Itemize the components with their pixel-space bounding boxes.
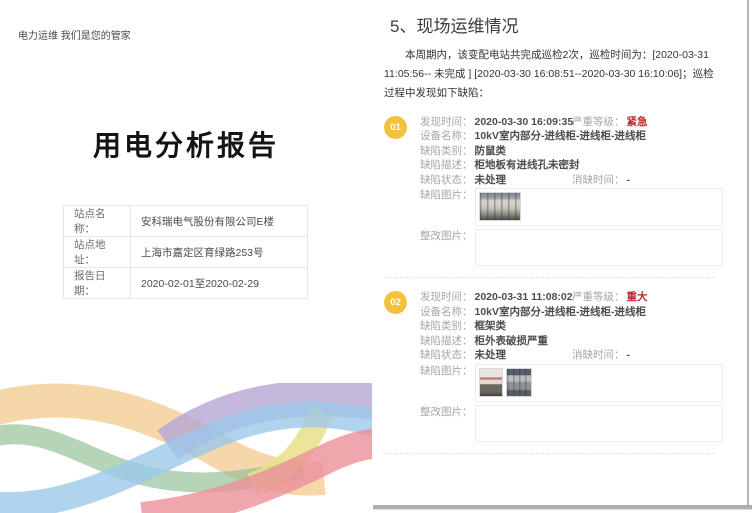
severity-label: 严重等级：: [572, 290, 625, 305]
device-label: 设备名称：: [420, 305, 473, 320]
defect-photo-thumbnail: [479, 192, 521, 221]
clear-time-pair: 消缺时间： -: [572, 348, 630, 363]
found-time-label: 发现时间：: [420, 290, 473, 305]
fix-photos-box: [475, 229, 724, 266]
severity-value: 紧急: [627, 115, 648, 130]
severity-label: 严重等级：: [572, 115, 625, 130]
site-name-label: 站点名称：: [64, 206, 131, 237]
fix-photos-label: 整改图片：: [420, 405, 473, 420]
device-row: 设备名称： 10kV室内部分-进线柜-进线柜-进线柜: [420, 129, 723, 144]
found-time-row: 发现时间： 2020-03-30 16:09:35 严重等级： 紧急: [420, 115, 723, 130]
defect-photos-box: [475, 364, 724, 402]
device-value: 10kV室内部分-进线柜-进线柜-进线柜: [475, 129, 647, 144]
category-row: 缺陷类别： 防鼠类: [420, 144, 723, 159]
table-row: 报告日期： 2020-02-01至2020-02-29: [64, 268, 308, 299]
severity-pair: 严重等级： 紧急: [572, 115, 648, 130]
device-row: 设备名称： 10kV室内部分-进线柜-进线柜-进线柜: [420, 305, 723, 320]
defect-index-badge: 02: [384, 291, 407, 314]
device-value: 10kV室内部分-进线柜-进线柜-进线柜: [475, 305, 647, 320]
status-value: 未处理: [475, 348, 507, 363]
report-date-value: 2020-02-01至2020-02-29: [131, 268, 308, 299]
found-time-label: 发现时间：: [420, 115, 473, 130]
category-value: 防鼠类: [475, 144, 507, 159]
clear-time-label: 消缺时间：: [572, 173, 625, 188]
clear-time-value: -: [627, 348, 631, 363]
status-value: 未处理: [475, 173, 507, 188]
site-info-table: 站点名称： 安科瑞电气股份有限公司E楼 站点地址： 上海市嘉定区育绿路253号 …: [63, 205, 308, 299]
status-label: 缺陷状态：: [420, 173, 473, 188]
clear-time-pair: 消缺时间： -: [572, 173, 630, 188]
clear-time-value: -: [627, 173, 631, 188]
report-date-label: 报告日期：: [64, 268, 131, 299]
report-preview: 电力运维 我们是您的管家 用电分析报告 站点名称： 安科瑞电气股份有限公司E楼 …: [0, 0, 756, 513]
report-cover-page: 电力运维 我们是您的管家 用电分析报告 站点名称： 安科瑞电气股份有限公司E楼 …: [0, 0, 372, 513]
severity-value: 重大: [627, 290, 648, 305]
category-label: 缺陷类别：: [420, 144, 473, 159]
site-address-value: 上海市嘉定区育绿路253号: [131, 237, 308, 268]
table-row: 站点名称： 安科瑞电气股份有限公司E楼: [64, 206, 308, 237]
defect-photo-thumbnail: [479, 368, 503, 397]
status-row: 缺陷状态： 未处理 消缺时间： -: [420, 348, 723, 363]
defect-photo-thumbnail: [506, 368, 532, 397]
description-label: 缺陷描述：: [420, 334, 473, 349]
site-address-label: 站点地址：: [64, 237, 131, 268]
fix-photos-row: 整改图片：: [420, 229, 723, 268]
category-label: 缺陷类别：: [420, 319, 473, 334]
found-time-value: 2020-03-31 11:08:02: [475, 290, 573, 305]
table-row: 站点地址： 上海市嘉定区育绿路253号: [64, 237, 308, 268]
found-time-row: 发现时间： 2020-03-31 11:08:02 严重等级： 重大: [420, 290, 723, 305]
defect-fields: 发现时间： 2020-03-30 16:09:35 严重等级： 紧急 设备名称：…: [420, 115, 723, 269]
section-title: 5、现场运维情况: [390, 12, 723, 37]
description-value: 柜外表破损严重: [475, 334, 549, 349]
defect-photos-row: 缺陷图片：: [420, 188, 723, 228]
report-title: 用电分析报告: [0, 124, 372, 164]
device-label: 设备名称：: [420, 129, 473, 144]
decorative-waves-graphic: [0, 383, 372, 513]
found-time-value: 2020-03-30 16:09:35: [475, 115, 574, 130]
defect-photos-label: 缺陷图片：: [420, 188, 473, 203]
description-row: 缺陷描述： 柜地板有进线孔未密封: [420, 158, 723, 173]
defect-item: 01 发现时间： 2020-03-30 16:09:35 严重等级： 紧急 设备…: [384, 103, 723, 269]
defect-photos-box: [475, 188, 724, 226]
severity-pair: 严重等级： 重大: [572, 290, 648, 305]
category-value: 框架类: [475, 319, 507, 334]
inspection-summary: 本周期内，该变配电站共完成巡检2次，巡检时间为：[2020-03-31 11:0…: [384, 46, 723, 103]
defect-photos-row: 缺陷图片：: [420, 364, 723, 404]
defect-index-badge: 01: [384, 116, 407, 139]
description-row: 缺陷描述： 柜外表破损严重: [420, 334, 723, 349]
status-label: 缺陷状态：: [420, 348, 473, 363]
category-row: 缺陷类别： 框架类: [420, 319, 723, 334]
cover-slogan: 电力运维 我们是您的管家: [18, 27, 131, 42]
horizontal-scrollbar[interactable]: [373, 505, 752, 510]
status-row: 缺陷状态： 未处理 消缺时间： -: [420, 173, 723, 188]
defect-photos-label: 缺陷图片：: [420, 364, 473, 379]
clear-time-label: 消缺时间：: [572, 348, 625, 363]
fix-photos-box: [475, 405, 724, 442]
fix-photos-row: 整改图片：: [420, 405, 723, 444]
fix-photos-label: 整改图片：: [420, 229, 473, 244]
defect-fields: 发现时间： 2020-03-31 11:08:02 严重等级： 重大 设备名称：…: [420, 290, 723, 444]
defect-item: 02 发现时间： 2020-03-31 11:08:02 严重等级： 重大 设备…: [384, 278, 723, 444]
description-label: 缺陷描述：: [420, 158, 473, 173]
site-name-value: 安科瑞电气股份有限公司E楼: [131, 206, 308, 237]
report-detail-page: 5、现场运维情况 本周期内，该变配电站共完成巡检2次，巡检时间为：[2020-0…: [372, 0, 749, 505]
description-value: 柜地板有进线孔未密封: [475, 158, 580, 173]
defect-separator: [385, 453, 715, 454]
